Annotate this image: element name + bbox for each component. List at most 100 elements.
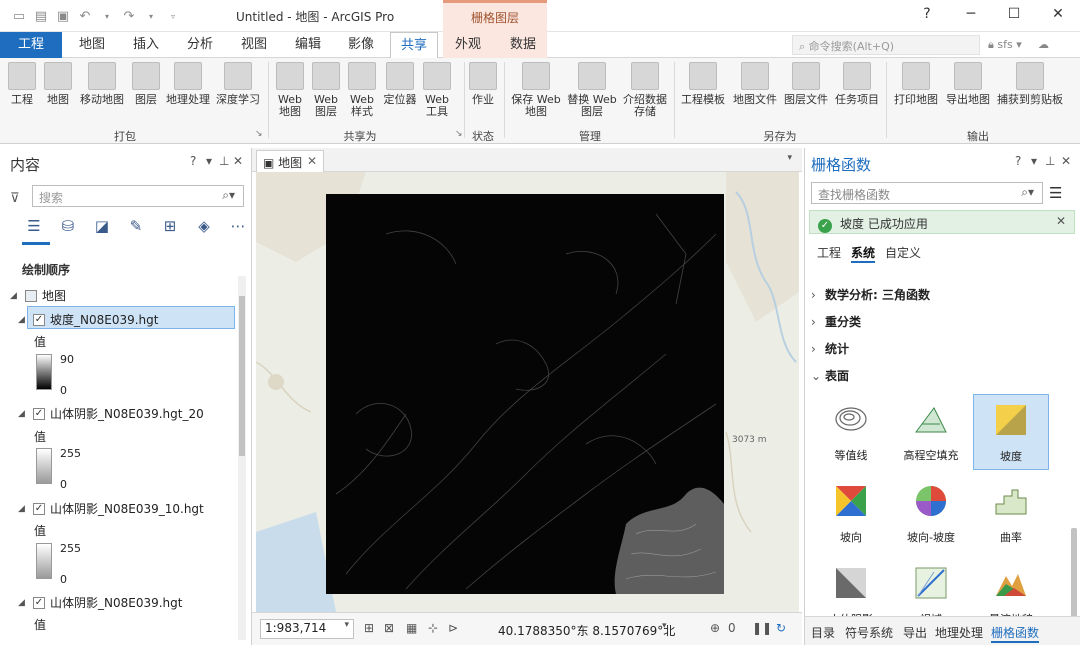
- customize-toolbar-icon[interactable]: ▿: [164, 7, 182, 25]
- share-web-tool-button[interactable]: Web 工具: [420, 62, 454, 118]
- function-tile-curvature[interactable]: 曲率: [973, 476, 1049, 552]
- tab-catalog[interactable]: 目录: [811, 624, 835, 641]
- print-map-button[interactable]: 打印地图: [890, 62, 942, 106]
- function-tile-aspect-slope[interactable]: 坡向-坡度: [893, 476, 969, 552]
- collapse-arrow-icon[interactable]: ◢: [18, 504, 28, 514]
- layer-visibility-checkbox[interactable]: ✓: [33, 313, 45, 326]
- help-icon[interactable]: ?: [1015, 154, 1021, 168]
- share-web-map-button[interactable]: Web 地图: [274, 62, 306, 118]
- close-button[interactable]: ✕: [1048, 6, 1068, 22]
- close-tab-icon[interactable]: ✕: [307, 154, 317, 168]
- snapping-icon[interactable]: ⊞: [160, 216, 180, 236]
- editing-icon[interactable]: ✎: [126, 216, 146, 236]
- tab-custom-functions[interactable]: 自定义: [885, 244, 921, 261]
- layer-row[interactable]: ◢ ✓ 坡度_N08E039.hgt: [18, 311, 158, 328]
- tab-view[interactable]: 视图: [236, 32, 272, 58]
- capture-to-clipboard-button[interactable]: 捕获到剪贴板: [994, 62, 1066, 106]
- category-math-trig[interactable]: › 数学分析: 三角函数: [811, 286, 930, 303]
- open-project-icon[interactable]: ▤: [32, 7, 50, 25]
- refresh-icon[interactable]: ↻: [776, 621, 786, 635]
- layer-row[interactable]: ◢ ✓ 山体阴影_N08E039.hgt_20: [18, 405, 204, 422]
- map-canvas[interactable]: 3073 m: [256, 172, 799, 612]
- drawing-order-icon[interactable]: ☰: [24, 216, 44, 236]
- snapping-toggle-icon[interactable]: ⊹: [428, 621, 438, 635]
- share-web-layer-button[interactable]: Web 图层: [308, 62, 344, 118]
- pane-options-icon[interactable]: ?: [190, 154, 196, 168]
- tab-geoprocessing[interactable]: 地理处理: [935, 624, 983, 641]
- contents-search-input[interactable]: 搜索 ⌕▾: [32, 185, 244, 207]
- tab-list-dropdown-icon[interactable]: ▾: [787, 153, 792, 163]
- jobs-button[interactable]: 作业: [468, 62, 498, 106]
- tab-symbology[interactable]: 符号系统: [845, 624, 893, 641]
- selection-icon[interactable]: ◪: [92, 216, 112, 236]
- undo-icon[interactable]: ↶: [76, 7, 94, 25]
- tab-raster-functions[interactable]: 栅格函数: [991, 624, 1040, 643]
- collapse-arrow-icon[interactable]: ◢: [10, 291, 20, 301]
- package-project-button[interactable]: 工程: [6, 62, 38, 106]
- tab-project[interactable]: 工程: [0, 32, 62, 58]
- layer-file-button[interactable]: 图层文件: [781, 62, 831, 106]
- pane-menu-icon[interactable]: ▾: [1031, 154, 1037, 168]
- legend-color-ramp[interactable]: [36, 354, 52, 390]
- function-tile-elevation-void-fill[interactable]: 高程空填充: [893, 394, 969, 470]
- pin-icon[interactable]: ⊥: [1045, 154, 1055, 168]
- tab-insert[interactable]: 插入: [128, 32, 164, 58]
- close-pane-icon[interactable]: ✕: [233, 154, 243, 168]
- project-template-button[interactable]: 工程模板: [678, 62, 728, 106]
- scrollbar-thumb[interactable]: [239, 296, 245, 456]
- package-layer-button[interactable]: 图层: [130, 62, 162, 106]
- task-item-button[interactable]: 任务项目: [832, 62, 882, 106]
- category-surface[interactable]: ⌄ 表面: [811, 367, 849, 384]
- data-source-icon[interactable]: ⛁: [58, 216, 78, 236]
- save-project-icon[interactable]: ▣: [54, 7, 72, 25]
- tab-share[interactable]: 共享: [390, 32, 438, 59]
- selected-features-icon[interactable]: ⊕: [710, 621, 720, 635]
- data-store-button[interactable]: 介绍数据存储: [620, 62, 670, 118]
- tab-analysis[interactable]: 分析: [182, 32, 218, 58]
- package-map-button[interactable]: 地图: [42, 62, 74, 106]
- function-tile-aspect[interactable]: 坡向: [813, 476, 889, 552]
- pin-icon[interactable]: ⊥: [219, 154, 229, 168]
- tab-appearance[interactable]: 外观: [450, 32, 486, 58]
- coordinate-format-dropdown-icon[interactable]: ▾: [662, 621, 667, 631]
- fixed-zoom-icon[interactable]: ⊞: [364, 621, 374, 635]
- tab-map[interactable]: 地图: [74, 32, 110, 58]
- menu-icon[interactable]: ☰: [1049, 184, 1062, 202]
- save-web-map-button[interactable]: 保存 Web 地图: [508, 62, 564, 118]
- category-statistics[interactable]: › 统计: [811, 340, 849, 357]
- collapse-arrow-icon[interactable]: ◢: [18, 315, 28, 325]
- command-search-input[interactable]: ⌕ 命令搜索(Alt+Q): [792, 35, 980, 55]
- redo-dropdown-icon[interactable]: ▾: [142, 7, 160, 25]
- function-tile-contour[interactable]: 等值线: [813, 394, 889, 470]
- pane-menu-icon[interactable]: ▾: [206, 154, 212, 168]
- full-extent-icon[interactable]: ⊠: [384, 621, 394, 635]
- legend-color-ramp[interactable]: [36, 448, 52, 484]
- tab-project-functions[interactable]: 工程: [817, 244, 841, 261]
- help-button[interactable]: ?: [917, 6, 937, 22]
- share-locator-button[interactable]: 定位器: [382, 62, 418, 106]
- raster-function-search-input[interactable]: 查找栅格函数 ⌕▾: [811, 182, 1043, 204]
- overwrite-web-layer-button[interactable]: 替换 Web 图层: [564, 62, 620, 118]
- share-as-launcher-icon[interactable]: ↘: [455, 129, 463, 139]
- contents-scrollbar[interactable]: [238, 276, 246, 640]
- layer-row[interactable]: ◢ ✓ 山体阴影_N08E039.hgt: [18, 594, 182, 611]
- redo-icon[interactable]: ↷: [120, 7, 138, 25]
- new-project-icon[interactable]: ▭: [10, 7, 28, 25]
- close-pane-icon[interactable]: ✕: [1061, 154, 1071, 168]
- map-tree-node[interactable]: ◢ 地图: [10, 287, 66, 304]
- raster-functions-scrollbar[interactable]: [1071, 528, 1077, 618]
- tab-export[interactable]: 导出: [903, 624, 927, 641]
- layer-visibility-checkbox[interactable]: ✓: [33, 407, 45, 420]
- more-options-icon[interactable]: ⋯: [228, 216, 248, 236]
- user-account[interactable]: 🔒︎ sfs ▾: [988, 38, 1022, 52]
- map-file-button[interactable]: 地图文件: [730, 62, 780, 106]
- layer-visibility-checkbox[interactable]: ✓: [33, 596, 45, 609]
- collapse-arrow-icon[interactable]: ◢: [18, 598, 28, 608]
- legend-color-ramp[interactable]: [36, 543, 52, 579]
- tab-edit[interactable]: 编辑: [290, 32, 326, 58]
- deep-learning-button[interactable]: 深度学习: [214, 62, 262, 106]
- category-reclass[interactable]: › 重分类: [811, 313, 861, 330]
- tab-data[interactable]: 数据: [505, 32, 541, 58]
- tab-imagery[interactable]: 影像: [343, 32, 379, 58]
- collapse-arrow-icon[interactable]: ◢: [18, 409, 28, 419]
